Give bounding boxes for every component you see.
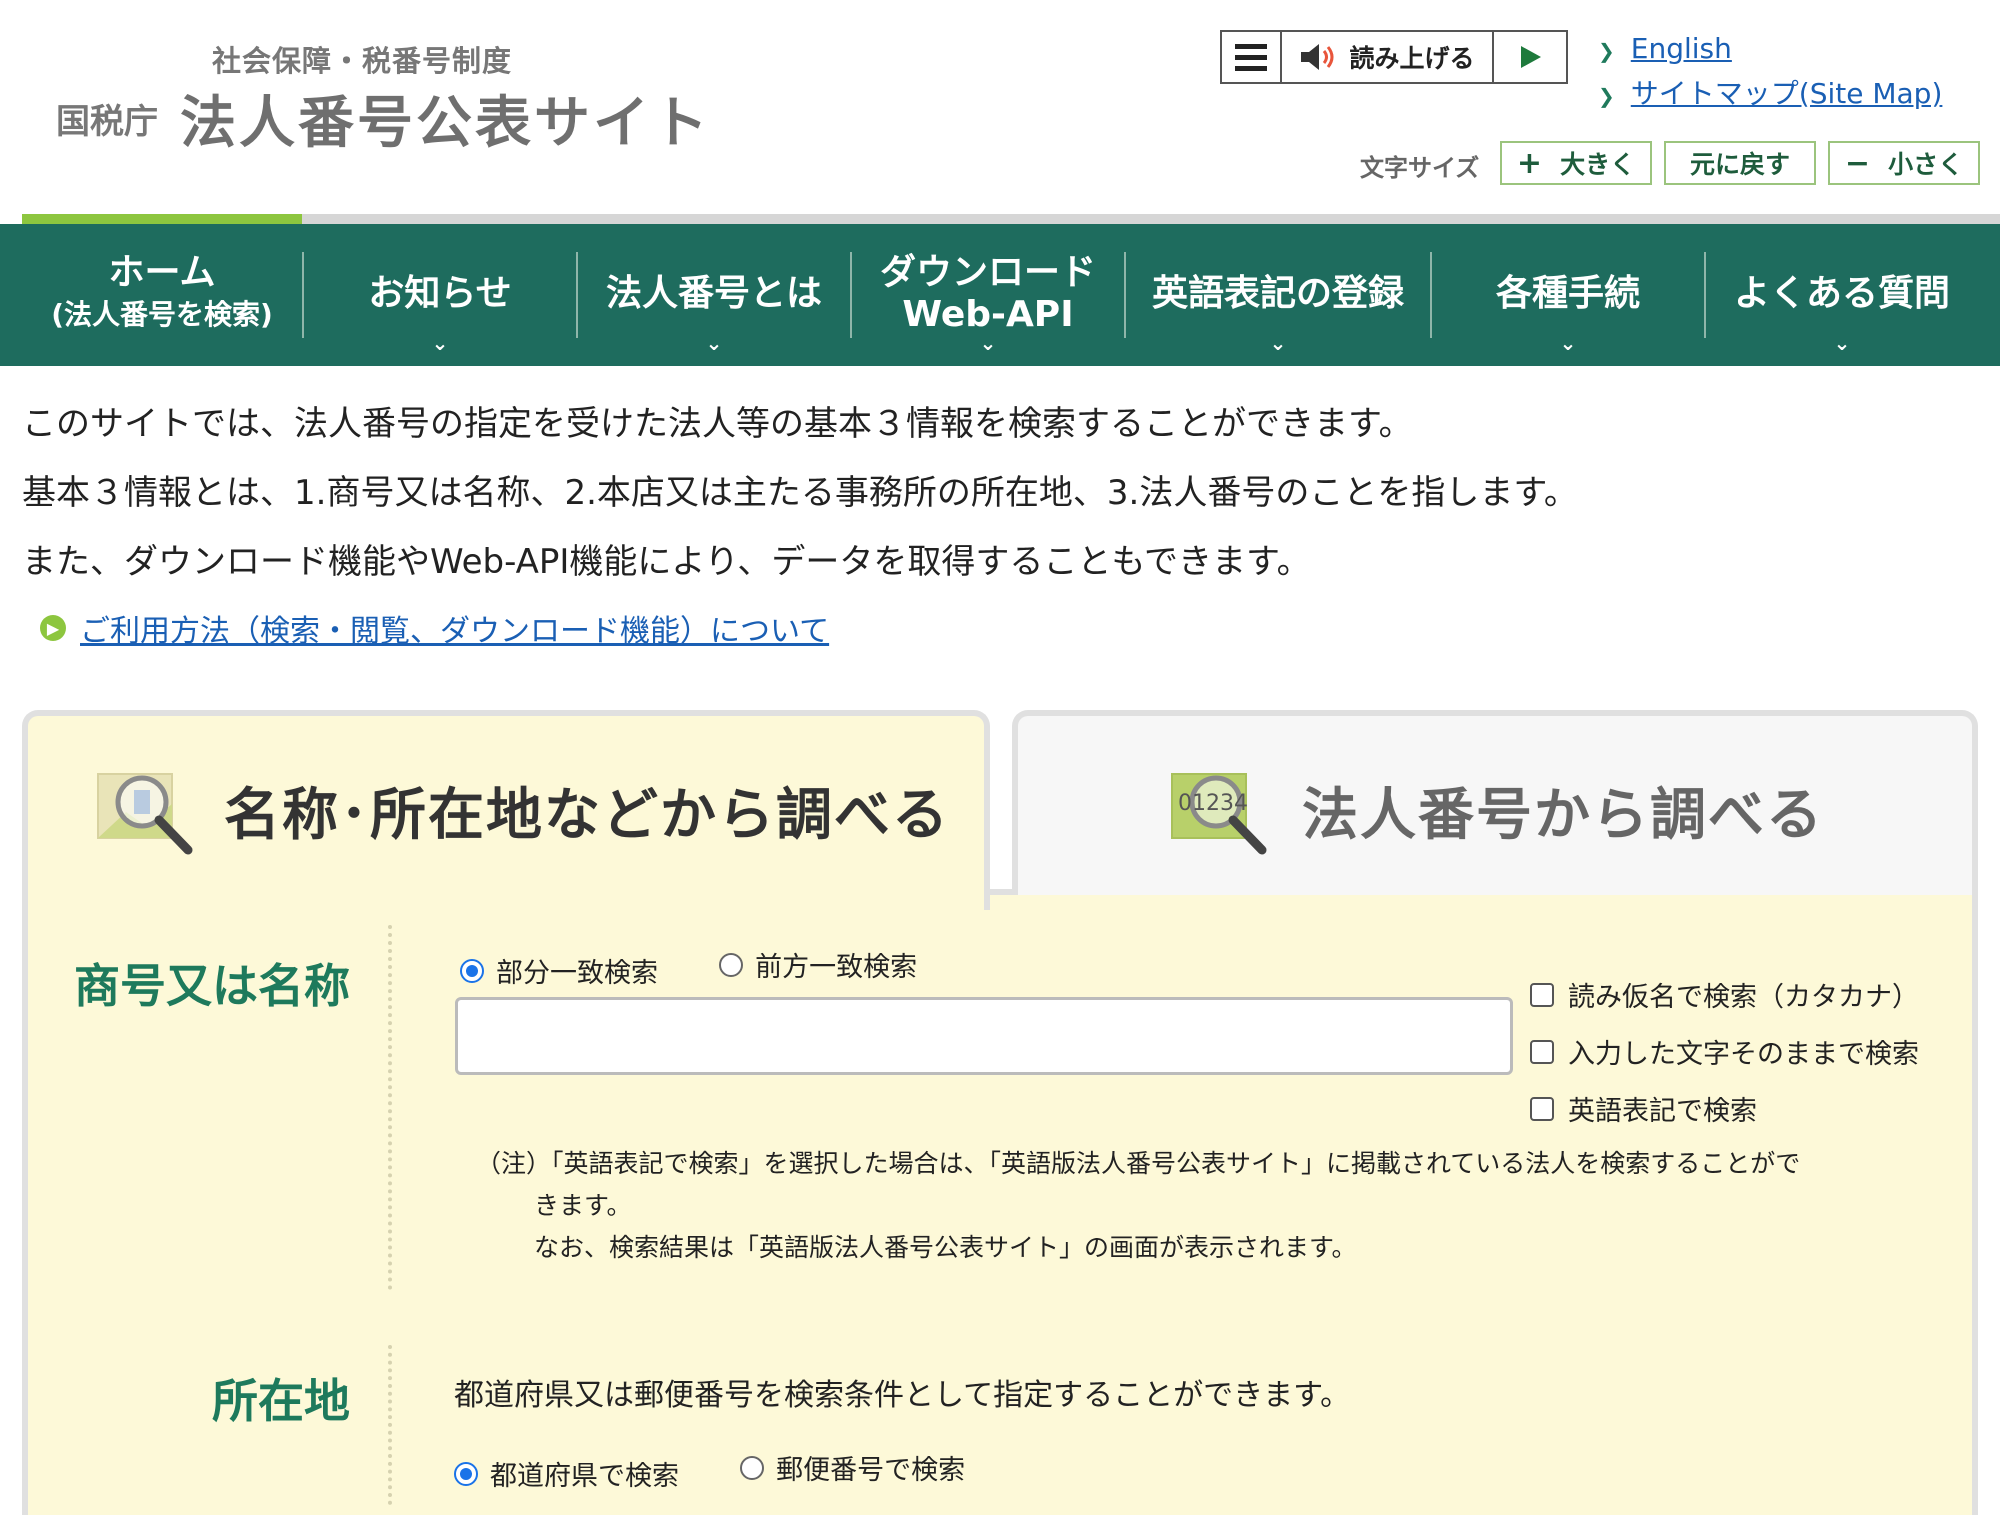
play-icon: [1521, 46, 1541, 68]
site-logo-title[interactable]: 法人番号公表サイト: [180, 78, 711, 159]
note-line-3: なお、検索結果は「英語版法人番号公表サイト」の画面が表示されます。: [534, 1233, 1357, 1262]
intro-text-1: このサイトでは、法人番号の指定を受けた法人等の基本３情報を検索することができます…: [22, 404, 1413, 444]
logo-agency: 国税庁: [56, 102, 158, 142]
tab-corporate-number-search[interactable]: 01234 法人番号から調べる: [1012, 710, 1978, 895]
name-field-label: 商号又は名称: [74, 959, 350, 1013]
nav-english-registration[interactable]: 英語表記の登録 ⌄: [1126, 250, 1430, 355]
sitemap-link[interactable]: サイトマップ(Site Map): [1631, 77, 1943, 110]
font-larger-button[interactable]: + 大きく: [1500, 141, 1652, 185]
nav-english-registration-label: 英語表記の登録: [1151, 273, 1404, 314]
radio-partial-match-label: 部分一致検索: [496, 958, 658, 989]
checkbox-search-exact[interactable]: 入力した文字そのままで検索: [1530, 1032, 1919, 1071]
row-divider: [388, 1345, 392, 1505]
checkbox-search-english-box[interactable]: [1530, 1096, 1554, 1121]
note-line-1: （注）「英語表記で検索」を選択した場合は、「英語版法人番号公表サイト」に掲載され…: [476, 1149, 1801, 1178]
tab-name-address-label: 名称･所在地などから調べる: [224, 783, 950, 848]
chevron-right-icon: ❯: [1598, 39, 1615, 63]
radio-postal-code-label: 郵便番号で検索: [776, 1455, 966, 1486]
sitemap-link-row: ❯ サイトマップ(Site Map): [1598, 72, 1942, 112]
nav-news[interactable]: お知らせ ⌄: [304, 250, 576, 355]
radio-prefix-match[interactable]: 前方一致検索: [719, 945, 917, 984]
nav-faq-label: よくある質問: [1733, 273, 1950, 314]
checkbox-search-exact-label: 入力した文字そのままで検索: [1568, 1039, 1919, 1070]
checkbox-search-english[interactable]: 英語表記で検索: [1530, 1089, 1919, 1128]
global-nav: ホーム (法人番号を検索) お知らせ ⌄ 法人番号とは ⌄ ダウンロード Web…: [0, 224, 2000, 366]
radio-prefecture-label: 都道府県で検索: [490, 1461, 679, 1492]
nav-faq[interactable]: よくある質問 ⌄: [1706, 250, 1978, 355]
readaloud-menu-button[interactable]: [1222, 32, 1282, 82]
usage-guide-label: ご利用方法（検索・閲覧、ダウンロード機能）について: [80, 614, 830, 649]
font-larger-label: 大きく: [1560, 150, 1636, 179]
font-smaller-button[interactable]: − 小さく: [1828, 141, 1980, 185]
name-options-checkbox-group: 読み仮名で検索（カタカナ） 入力した文字そのままで検索 英語表記で検索: [1530, 975, 1919, 1128]
nav-download-label: ダウンロード: [879, 252, 1096, 293]
nav-procedures-label: 各種手続: [1495, 273, 1640, 314]
radio-partial-match-circle[interactable]: [460, 958, 484, 983]
chevron-down-icon: ⌄: [979, 331, 997, 355]
font-smaller-label: 小さく: [1888, 150, 1964, 179]
chevron-down-icon: ⌄: [705, 331, 723, 355]
nav-home-label: ホーム: [108, 252, 216, 293]
name-match-radio-group: 部分一致検索 前方一致検索: [460, 945, 973, 990]
chevron-down-icon: ⌄: [431, 331, 449, 355]
readaloud-button[interactable]: 読み上げる: [1282, 32, 1494, 82]
checkbox-search-english-label: 英語表記で検索: [1568, 1096, 1757, 1127]
font-size-label: 文字サイズ: [1360, 154, 1480, 182]
number-search-icon: 01234: [1171, 773, 1267, 855]
chevron-right-icon: ❯: [1598, 84, 1615, 108]
address-description: 都道府県又は郵便番号を検索条件として指定することができます。: [454, 1378, 1351, 1413]
english-link-row: ❯ English: [1598, 32, 1732, 65]
play-button[interactable]: [1494, 32, 1566, 82]
logo-subtitle: 社会保障・税番号制度: [212, 44, 513, 78]
note-line-2: きます。: [534, 1191, 632, 1220]
radio-prefecture-circle[interactable]: [454, 1461, 478, 1486]
tab-corporate-number-label: 法人番号から調べる: [1302, 783, 1824, 848]
readaloud-toolbar: 読み上げる: [1220, 30, 1568, 84]
radio-postal-code-circle[interactable]: [740, 1455, 765, 1480]
font-reset-label: 元に戻す: [1689, 150, 1790, 179]
nav-home-sublabel: (法人番号を検索): [51, 298, 273, 331]
radio-prefecture[interactable]: 都道府県で検索: [454, 1454, 679, 1493]
name-search-input[interactable]: [455, 997, 1513, 1075]
english-search-note: （注）「英語表記で検索」を選択した場合は、「英語版法人番号公表サイト」に掲載され…: [476, 1143, 1926, 1269]
radio-prefix-match-label: 前方一致検索: [755, 952, 918, 983]
font-reset-button[interactable]: 元に戻す: [1664, 141, 1816, 185]
checkbox-search-exact-box[interactable]: [1530, 1039, 1554, 1064]
minus-icon: −: [1844, 145, 1871, 181]
intro-text-2: 基本３情報とは、1.商号又は名称、2.本店又は主たる事務所の所在地、3.法人番号…: [22, 473, 1578, 513]
radio-partial-match[interactable]: 部分一致検索: [460, 951, 658, 990]
chevron-down-icon: ⌄: [1559, 331, 1577, 355]
intro-text-3: また、ダウンロード機能やWeb-API機能により、データを取得することもできます…: [22, 542, 1311, 582]
checkbox-search-kana[interactable]: 読み仮名で検索（カタカナ）: [1530, 975, 1919, 1014]
address-mode-radio-group: 都道府県で検索 郵便番号で検索: [454, 1448, 1021, 1493]
radio-postal-code[interactable]: 郵便番号で検索: [740, 1448, 965, 1487]
plus-icon: +: [1516, 145, 1543, 181]
english-link[interactable]: English: [1631, 32, 1732, 65]
address-field-label: 所在地: [212, 1374, 350, 1428]
building-search-icon: [97, 773, 193, 855]
nav-active-indicator: [22, 214, 302, 224]
arrow-circle-icon: ▶: [40, 615, 66, 641]
chevron-down-icon: ⌄: [1269, 331, 1287, 355]
nav-news-label: お知らせ: [368, 273, 512, 314]
nav-download[interactable]: ダウンロード Web-API ⌄: [852, 250, 1124, 355]
nav-about[interactable]: 法人番号とは ⌄: [578, 250, 850, 355]
nav-top-border: [22, 214, 2000, 224]
radio-prefix-match-circle[interactable]: [719, 952, 744, 977]
checkbox-search-kana-label: 読み仮名で検索（カタカナ）: [1568, 982, 1919, 1013]
chevron-down-icon: ⌄: [1833, 331, 1851, 355]
nav-about-label: 法人番号とは: [605, 273, 822, 314]
checkbox-search-kana-box[interactable]: [1530, 982, 1554, 1007]
tab-name-address-search[interactable]: 名称･所在地などから調べる: [22, 710, 990, 910]
nav-home[interactable]: ホーム (法人番号を検索): [22, 250, 302, 338]
readaloud-label: 読み上げる: [1349, 44, 1475, 73]
nav-procedures[interactable]: 各種手続 ⌄: [1432, 250, 1704, 355]
speaker-icon: [1301, 44, 1334, 70]
number-icon-text: 01234: [1178, 791, 1248, 816]
row-divider: [388, 925, 392, 1290]
usage-guide-link[interactable]: ▶ ご利用方法（検索・閲覧、ダウンロード機能）について: [40, 606, 829, 650]
